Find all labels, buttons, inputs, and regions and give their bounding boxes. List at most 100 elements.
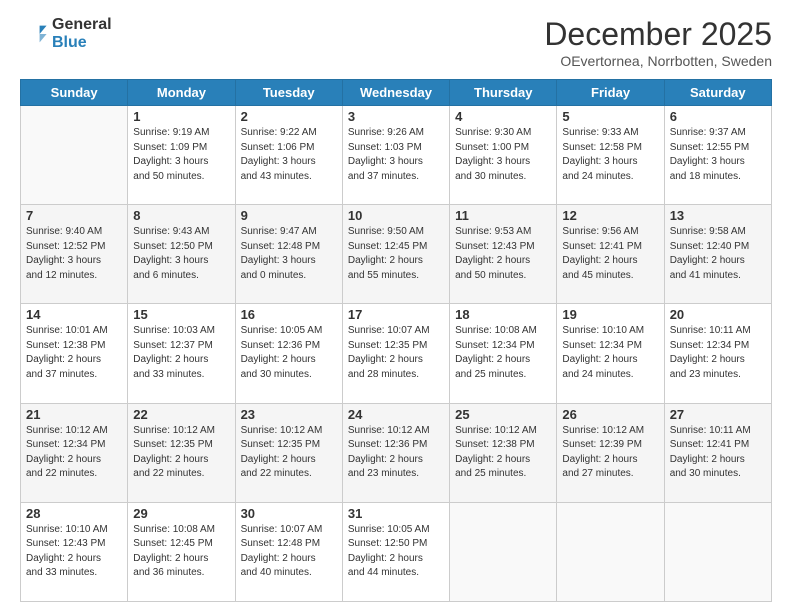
table-row: 27 Sunrise: 10:11 AM Sunset: 12:41 PM Day…	[664, 403, 771, 502]
table-row: 12 Sunrise: 9:56 AM Sunset: 12:41 PM Dayl…	[557, 205, 664, 304]
table-row: 2 Sunrise: 9:22 AM Sunset: 1:06 PM Daylig…	[235, 106, 342, 205]
day-info: Sunrise: 10:12 AM Sunset: 12:34 PM Dayli…	[26, 424, 122, 482]
day-number: 16	[241, 307, 337, 322]
col-wednesday: Wednesday	[342, 80, 449, 106]
table-row: 25Sunrise: 10:12 AM Sunset: 12:38 PM Day…	[450, 403, 557, 502]
table-row	[21, 106, 128, 205]
table-row: 11 Sunrise: 9:53 AM Sunset: 12:43 PM Dayl…	[450, 205, 557, 304]
day-number: 22	[133, 407, 229, 422]
table-row	[664, 502, 771, 601]
logo: General Blue	[20, 16, 112, 51]
col-thursday: Thursday	[450, 80, 557, 106]
table-row: 31 Sunrise: 10:05 AM Sunset: 12:50 PM Day…	[342, 502, 449, 601]
header: General Blue December 2025 OEvertornea, …	[20, 16, 772, 69]
table-row: 30 Sunrise: 10:07 AM Sunset: 12:48 PM Day…	[235, 502, 342, 601]
day-info: Sunrise: 9:19 AM Sunset: 1:09 PM Dayligh…	[133, 126, 229, 184]
day-info: Sunrise: 9:50 AM Sunset: 12:45 PM Daylig…	[348, 225, 444, 283]
logo-text: General Blue	[52, 16, 112, 51]
calendar-week-row: 21 Sunrise: 10:12 AM Sunset: 12:34 PM Day…	[21, 403, 772, 502]
calendar-week-row: 1 Sunrise: 9:19 AM Sunset: 1:09 PM Daylig…	[21, 106, 772, 205]
day-info: Sunrise: 10:10 AM Sunset: 12:34 PM Dayli…	[562, 324, 658, 382]
day-info: Sunrise: 10:12 AM Sunset: 12:36 PM Dayli…	[348, 424, 444, 482]
day-info: Sunrise: 9:56 AM Sunset: 12:41 PM Daylig…	[562, 225, 658, 283]
title-area: December 2025 OEvertornea, Norrbotten, S…	[544, 16, 772, 69]
table-row: 28 Sunrise: 10:10 AM Sunset: 12:43 PM Day…	[21, 502, 128, 601]
table-row: 21 Sunrise: 10:12 AM Sunset: 12:34 PM Day…	[21, 403, 128, 502]
day-info: Sunrise: 9:40 AM Sunset: 12:52 PM Daylig…	[26, 225, 122, 283]
location-subtitle: OEvertornea, Norrbotten, Sweden	[544, 53, 772, 69]
day-info: Sunrise: 10:07 AM Sunset: 12:48 PM Dayli…	[241, 523, 337, 581]
day-number: 27	[670, 407, 766, 422]
col-tuesday: Tuesday	[235, 80, 342, 106]
day-info: Sunrise: 10:03 AM Sunset: 12:37 PM Dayli…	[133, 324, 229, 382]
day-number: 4	[455, 109, 551, 124]
day-info: Sunrise: 9:58 AM Sunset: 12:40 PM Daylig…	[670, 225, 766, 283]
day-number: 25	[455, 407, 551, 422]
day-number: 8	[133, 208, 229, 223]
day-info: Sunrise: 10:08 AM Sunset: 12:45 PM Dayli…	[133, 523, 229, 581]
day-number: 6	[670, 109, 766, 124]
table-row: 15 Sunrise: 10:03 AM Sunset: 12:37 PM Day…	[128, 304, 235, 403]
table-row: 13 Sunrise: 9:58 AM Sunset: 12:40 PM Dayl…	[664, 205, 771, 304]
day-info: Sunrise: 10:12 AM Sunset: 12:35 PM Dayli…	[133, 424, 229, 482]
calendar-week-row: 28 Sunrise: 10:10 AM Sunset: 12:43 PM Day…	[21, 502, 772, 601]
day-info: Sunrise: 9:43 AM Sunset: 12:50 PM Daylig…	[133, 225, 229, 283]
day-info: Sunrise: 10:05 AM Sunset: 12:36 PM Dayli…	[241, 324, 337, 382]
day-number: 23	[241, 407, 337, 422]
table-row: 17Sunrise: 10:07 AM Sunset: 12:35 PM Day…	[342, 304, 449, 403]
day-number: 12	[562, 208, 658, 223]
day-info: Sunrise: 10:08 AM Sunset: 12:34 PM Dayli…	[455, 324, 551, 382]
day-number: 2	[241, 109, 337, 124]
day-number: 18	[455, 307, 551, 322]
table-row: 10Sunrise: 9:50 AM Sunset: 12:45 PM Dayl…	[342, 205, 449, 304]
day-number: 30	[241, 506, 337, 521]
day-info: Sunrise: 9:47 AM Sunset: 12:48 PM Daylig…	[241, 225, 337, 283]
day-info: Sunrise: 9:37 AM Sunset: 12:55 PM Daylig…	[670, 126, 766, 184]
day-number: 31	[348, 506, 444, 521]
table-row: 19 Sunrise: 10:10 AM Sunset: 12:34 PM Day…	[557, 304, 664, 403]
day-number: 14	[26, 307, 122, 322]
col-sunday: Sunday	[21, 80, 128, 106]
table-row: 26 Sunrise: 10:12 AM Sunset: 12:39 PM Day…	[557, 403, 664, 502]
table-row: 18 Sunrise: 10:08 AM Sunset: 12:34 PM Day…	[450, 304, 557, 403]
day-number: 15	[133, 307, 229, 322]
table-row	[557, 502, 664, 601]
day-info: Sunrise: 10:01 AM Sunset: 12:38 PM Dayli…	[26, 324, 122, 382]
day-number: 19	[562, 307, 658, 322]
table-row: 6 Sunrise: 9:37 AM Sunset: 12:55 PM Dayli…	[664, 106, 771, 205]
day-number: 28	[26, 506, 122, 521]
day-info: Sunrise: 10:11 AM Sunset: 12:41 PM Dayli…	[670, 424, 766, 482]
day-number: 26	[562, 407, 658, 422]
day-number: 1	[133, 109, 229, 124]
table-row: 22 Sunrise: 10:12 AM Sunset: 12:35 PM Day…	[128, 403, 235, 502]
day-info: Sunrise: 10:10 AM Sunset: 12:43 PM Dayli…	[26, 523, 122, 581]
day-number: 20	[670, 307, 766, 322]
table-row: 23 Sunrise: 10:12 AM Sunset: 12:35 PM Day…	[235, 403, 342, 502]
day-number: 11	[455, 208, 551, 223]
day-info: Sunrise: 9:30 AM Sunset: 1:00 PM Dayligh…	[455, 126, 551, 184]
col-monday: Monday	[128, 80, 235, 106]
table-row: 29 Sunrise: 10:08 AM Sunset: 12:45 PM Day…	[128, 502, 235, 601]
day-info: Sunrise: 9:22 AM Sunset: 1:06 PM Dayligh…	[241, 126, 337, 184]
day-info: Sunrise: 10:12 AM Sunset: 12:39 PM Dayli…	[562, 424, 658, 482]
table-row: 9Sunrise: 9:47 AM Sunset: 12:48 PM Dayli…	[235, 205, 342, 304]
page: General Blue December 2025 OEvertornea, …	[0, 0, 792, 612]
day-info: Sunrise: 10:05 AM Sunset: 12:50 PM Dayli…	[348, 523, 444, 581]
table-row: 16 Sunrise: 10:05 AM Sunset: 12:36 PM Day…	[235, 304, 342, 403]
day-number: 13	[670, 208, 766, 223]
day-info: Sunrise: 9:26 AM Sunset: 1:03 PM Dayligh…	[348, 126, 444, 184]
day-info: Sunrise: 9:33 AM Sunset: 12:58 PM Daylig…	[562, 126, 658, 184]
day-number: 29	[133, 506, 229, 521]
logo-blue: Blue	[52, 34, 112, 52]
col-saturday: Saturday	[664, 80, 771, 106]
day-number: 7	[26, 208, 122, 223]
day-info: Sunrise: 10:11 AM Sunset: 12:34 PM Dayli…	[670, 324, 766, 382]
table-row: 14 Sunrise: 10:01 AM Sunset: 12:38 PM Day…	[21, 304, 128, 403]
table-row: 5Sunrise: 9:33 AM Sunset: 12:58 PM Dayli…	[557, 106, 664, 205]
day-number: 21	[26, 407, 122, 422]
table-row: 4 Sunrise: 9:30 AM Sunset: 1:00 PM Daylig…	[450, 106, 557, 205]
table-row: 20 Sunrise: 10:11 AM Sunset: 12:34 PM Day…	[664, 304, 771, 403]
day-info: Sunrise: 10:12 AM Sunset: 12:35 PM Dayli…	[241, 424, 337, 482]
col-friday: Friday	[557, 80, 664, 106]
day-info: Sunrise: 9:53 AM Sunset: 12:43 PM Daylig…	[455, 225, 551, 283]
